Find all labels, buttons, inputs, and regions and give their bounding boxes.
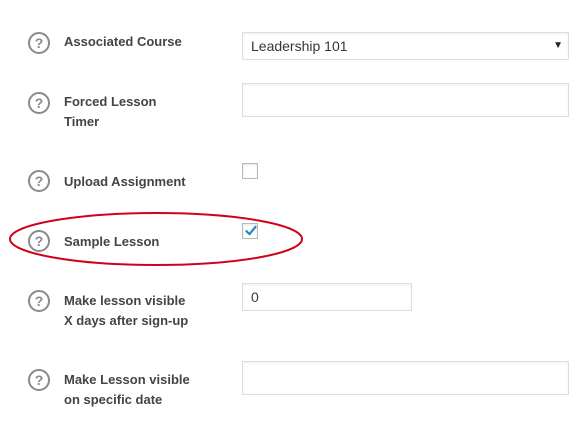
forced-lesson-timer-label-line2: Timer — [64, 114, 100, 129]
visible-on-date-label-line1: Make Lesson visible — [64, 372, 190, 387]
forced-lesson-timer-help-icon[interactable]: ? — [28, 92, 50, 114]
forced-lesson-timer-label-line1: Forced Lesson — [64, 94, 157, 109]
visible-on-date-label: Make Lesson visible on specific date — [64, 370, 214, 410]
forced-lesson-timer-label: Forced Lesson Timer — [64, 92, 214, 132]
upload-assignment-help-icon[interactable]: ? — [28, 170, 50, 192]
associated-course-value: Leadership 101 — [251, 38, 348, 54]
associated-course-select[interactable]: Leadership 101 ▼ — [242, 32, 569, 60]
visible-on-date-label-line2: on specific date — [64, 392, 163, 407]
sample-lesson-checkbox[interactable] — [242, 223, 258, 239]
visible-after-days-label-line1: Make lesson visible — [64, 293, 186, 308]
visible-after-days-help-icon[interactable]: ? — [28, 290, 50, 312]
checkmark-icon — [245, 225, 257, 236]
upload-assignment-label: Upload Assignment — [64, 174, 186, 189]
associated-course-help-icon[interactable]: ? — [28, 32, 50, 54]
sample-lesson-label: Sample Lesson — [64, 234, 160, 249]
visible-on-date-help-icon[interactable]: ? — [28, 369, 50, 391]
visible-after-days-label-line2: X days after sign-up — [64, 313, 189, 328]
visible-after-days-input[interactable]: 0 — [242, 283, 412, 311]
sample-lesson-help-icon[interactable]: ? — [28, 230, 50, 252]
caret-down-icon: ▼ — [553, 40, 563, 51]
forced-lesson-timer-input[interactable] — [242, 83, 569, 117]
visible-after-days-label: Make lesson visible X days after sign-up — [64, 291, 214, 331]
associated-course-label: Associated Course — [64, 34, 182, 49]
upload-assignment-checkbox[interactable] — [242, 163, 258, 179]
visible-on-date-input[interactable] — [242, 361, 569, 395]
